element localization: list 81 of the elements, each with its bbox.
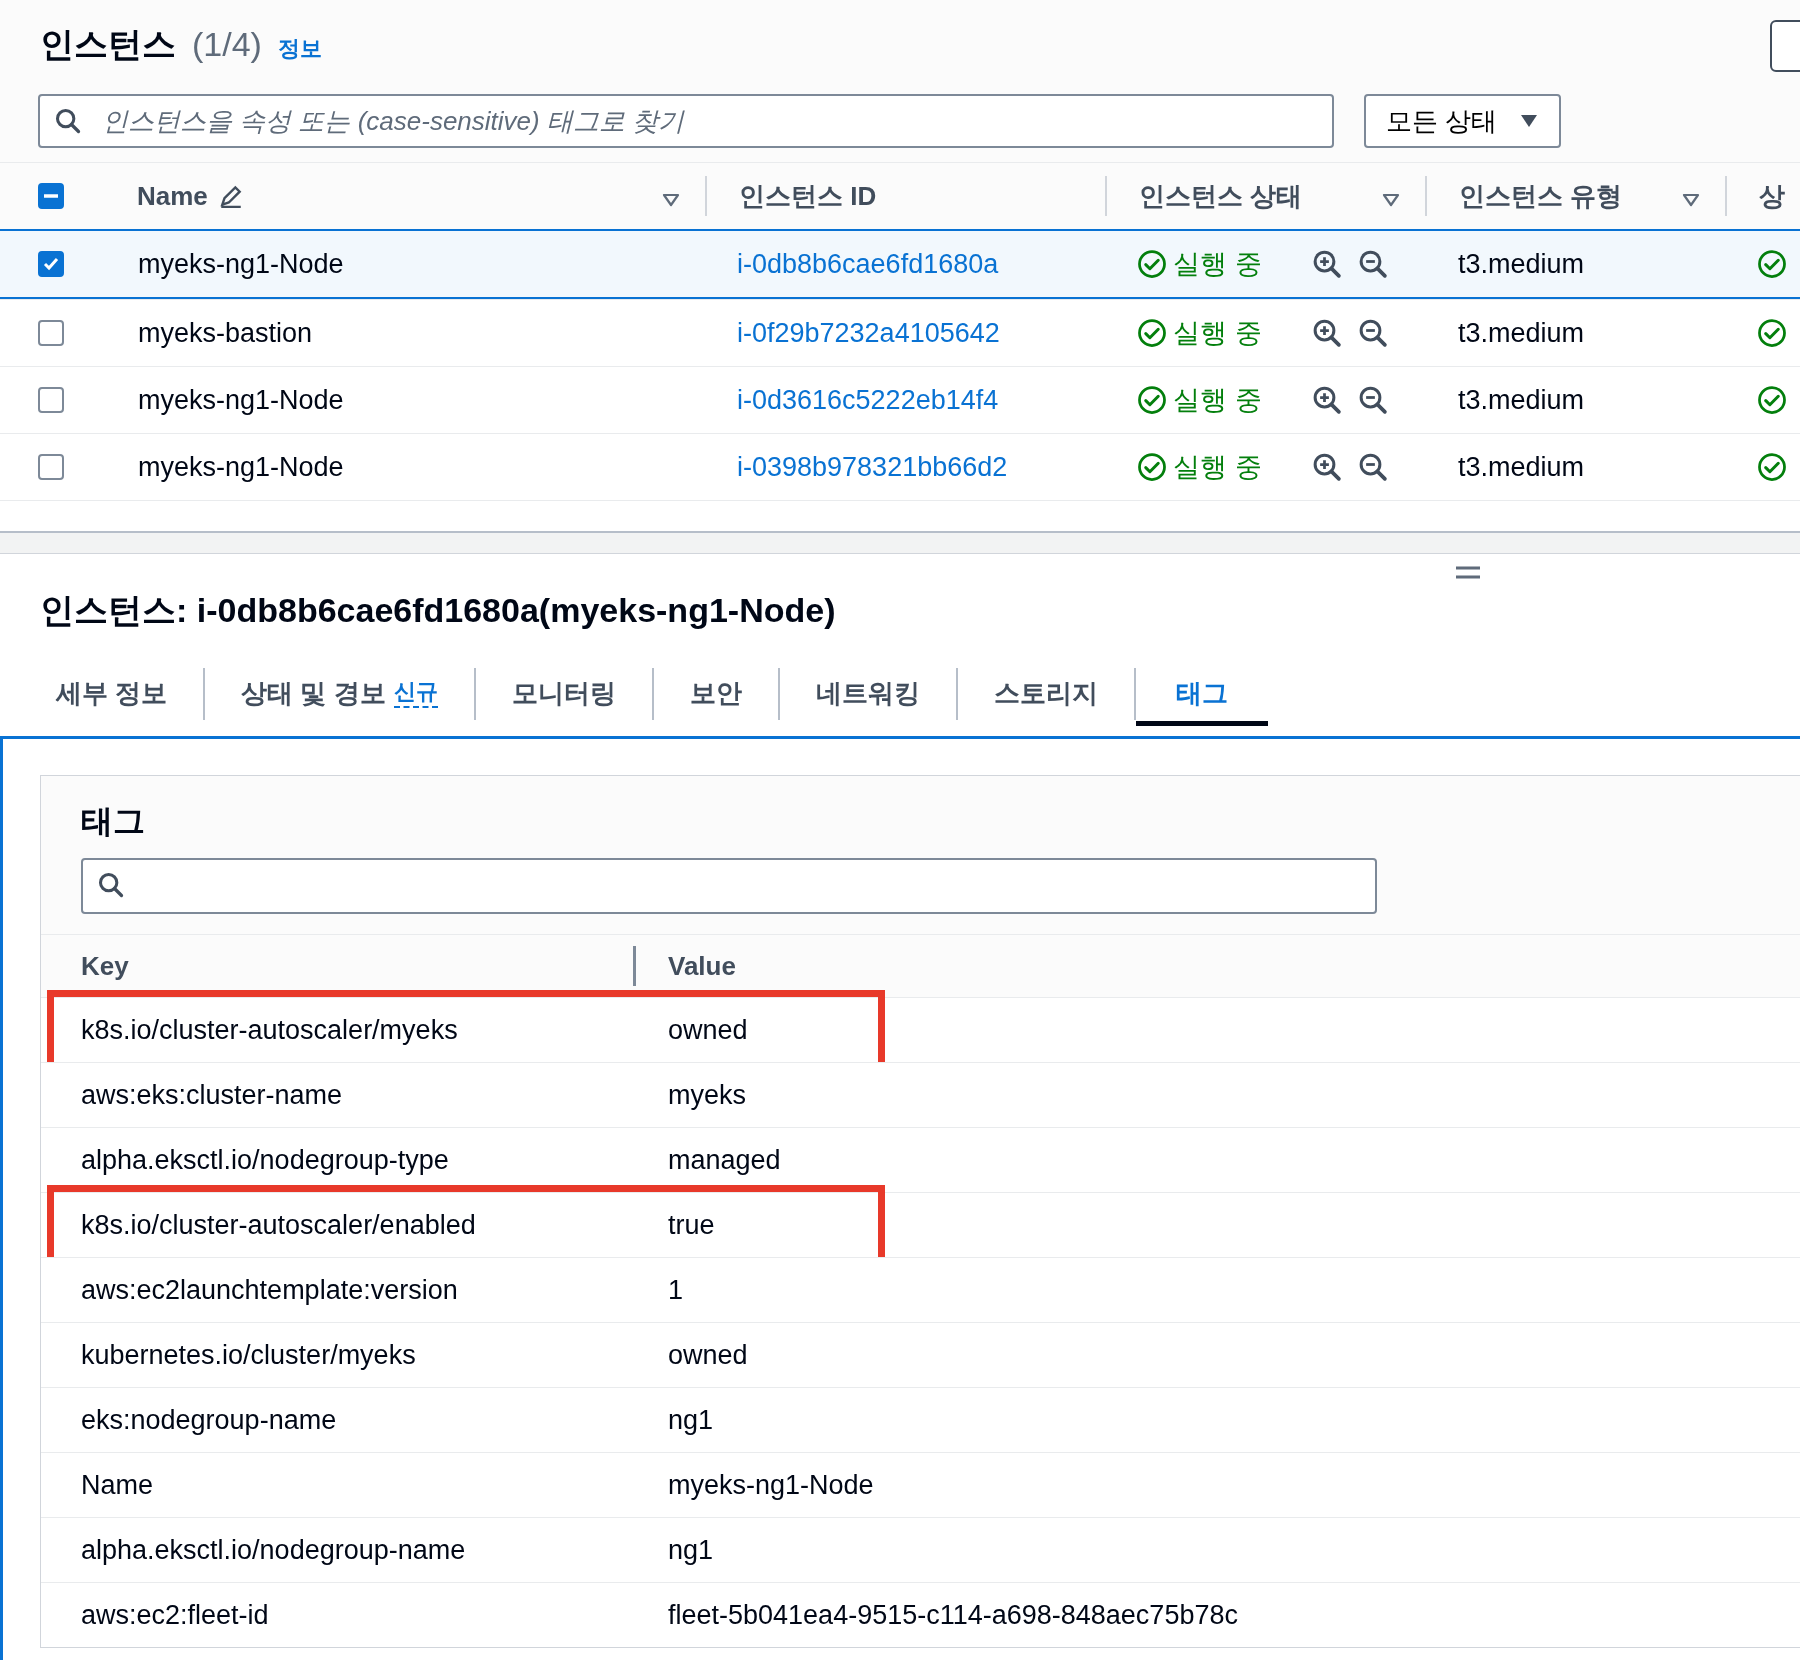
check-circle-icon <box>1137 385 1167 415</box>
check-circle-icon <box>1137 452 1167 482</box>
select-all-checkbox[interactable] <box>38 183 64 209</box>
tab[interactable]: 세부 정보 <box>20 666 204 726</box>
column-header[interactable]: 인스턴스 유형 <box>1459 178 1623 214</box>
tag-value: owned <box>668 1339 748 1370</box>
instance-type: t3.medium <box>1458 451 1585 482</box>
column-header: Key <box>81 950 129 982</box>
tag-key: Name <box>81 1469 154 1500</box>
search-field[interactable]: 인스턴스을 속성 또는 (case-sensitive) 태그로 찾기 <box>38 94 1334 148</box>
tag-key: eks:nodegroup-name <box>81 1404 337 1435</box>
instance-count: (1/4) <box>192 25 262 64</box>
tag-value: managed <box>668 1144 781 1175</box>
instance-id-link[interactable]: i-0f29b7232a4105642 <box>737 317 1000 348</box>
instance-id-link[interactable]: i-0d3616c5222eb14f4 <box>737 384 999 415</box>
zoom-out-icon[interactable] <box>1357 249 1388 279</box>
tab[interactable]: 스토리지 <box>957 666 1134 726</box>
zoom-out-icon[interactable] <box>1357 318 1388 348</box>
tag-key: aws:ec2launchtemplate:version <box>81 1274 458 1305</box>
tag-key: aws:ec2:fleet-id <box>81 1599 269 1630</box>
column-header[interactable]: 인스턴스 ID <box>739 178 877 214</box>
info-link[interactable]: 정보 <box>277 34 322 64</box>
tag-search-field[interactable] <box>81 858 1377 914</box>
tab[interactable]: 네트워킹 <box>779 666 956 726</box>
check-circle-icon <box>1757 452 1787 482</box>
tag-key: aws:eks:cluster-name <box>81 1079 343 1110</box>
zoom-in-icon[interactable] <box>1311 249 1342 279</box>
zoom-in-icon[interactable] <box>1311 318 1342 348</box>
tag-value: fleet-5b041ea4-9515-c114-a698-848aec75b78c <box>668 1599 1238 1630</box>
column-header: Value <box>668 950 736 982</box>
tab[interactable]: 모니터링 <box>475 666 652 726</box>
row-checkbox[interactable] <box>38 320 64 346</box>
tag-value: true <box>668 1209 715 1240</box>
page-title: 인스턴스 <box>40 24 176 65</box>
row-checkbox[interactable] <box>38 454 64 480</box>
instance-type: t3.medium <box>1458 317 1585 348</box>
instance-name: myeks-ng1-Node <box>138 248 344 279</box>
instance-id-link[interactable]: i-0398b978321bb66d2 <box>737 451 1008 482</box>
instance-state: 실행 중 <box>1173 384 1262 417</box>
tab[interactable]: 태그 <box>1135 666 1268 726</box>
tag-value: myeks-ng1-Node <box>668 1469 874 1500</box>
tag-key: k8s.io/cluster-autoscaler/myeks <box>81 1014 458 1045</box>
instance-state: 실행 중 <box>1173 451 1262 484</box>
check-circle-icon <box>1757 385 1787 415</box>
check-circle-icon <box>1757 249 1787 279</box>
tag-key: alpha.eksctl.io/nodegroup-type <box>81 1144 449 1175</box>
instance-id-link[interactable]: i-0db8b6cae6fd1680a <box>737 248 999 279</box>
instance-type: t3.medium <box>1458 384 1585 415</box>
tag-value: myeks <box>668 1079 746 1110</box>
tag-key: k8s.io/cluster-autoscaler/enabled <box>81 1209 476 1240</box>
column-header[interactable]: 인스턴스 상태 <box>1139 178 1303 214</box>
zoom-out-icon[interactable] <box>1357 385 1388 415</box>
tag-value: ng1 <box>668 1534 714 1565</box>
tab[interactable]: 보안 <box>653 666 778 726</box>
tag-value: ng1 <box>668 1404 714 1435</box>
instance-name: myeks-ng1-Node <box>138 451 344 482</box>
instance-name: myeks-ng1-Node <box>138 384 344 415</box>
row-checkbox[interactable] <box>38 387 64 413</box>
zoom-in-icon[interactable] <box>1311 452 1342 482</box>
instance-type: t3.medium <box>1458 248 1585 279</box>
tag-key: kubernetes.io/cluster/myeks <box>81 1339 416 1370</box>
section-title: 태그 <box>81 803 145 839</box>
check-circle-icon <box>1137 249 1167 279</box>
check-circle-icon <box>1757 318 1787 348</box>
column-header[interactable]: 상 <box>1759 178 1785 214</box>
instance-name: myeks-bastion <box>138 317 313 348</box>
check-circle-icon <box>1137 318 1167 348</box>
zoom-out-icon[interactable] <box>1357 452 1388 482</box>
tag-value: 1 <box>668 1274 684 1305</box>
tag-key: alpha.eksctl.io/nodegroup-name <box>81 1534 466 1565</box>
column-header[interactable]: Name <box>137 180 208 212</box>
row-checkbox[interactable] <box>38 251 64 277</box>
state-filter-dropdown[interactable]: 모든 상태 <box>1364 94 1562 148</box>
tag-value: owned <box>668 1014 748 1045</box>
zoom-in-icon[interactable] <box>1311 385 1342 415</box>
instance-state: 실행 중 <box>1173 317 1262 350</box>
instance-state: 실행 중 <box>1173 248 1262 281</box>
minus-icon <box>44 194 58 198</box>
resize-handle-icon[interactable] <box>1456 566 1480 580</box>
tab[interactable]: 상태 및 경보 신규 <box>205 666 474 726</box>
details-title: 인스턴스: i-0db8b6cae6fd1680a(myeks-ng1-Node) <box>39 590 837 631</box>
